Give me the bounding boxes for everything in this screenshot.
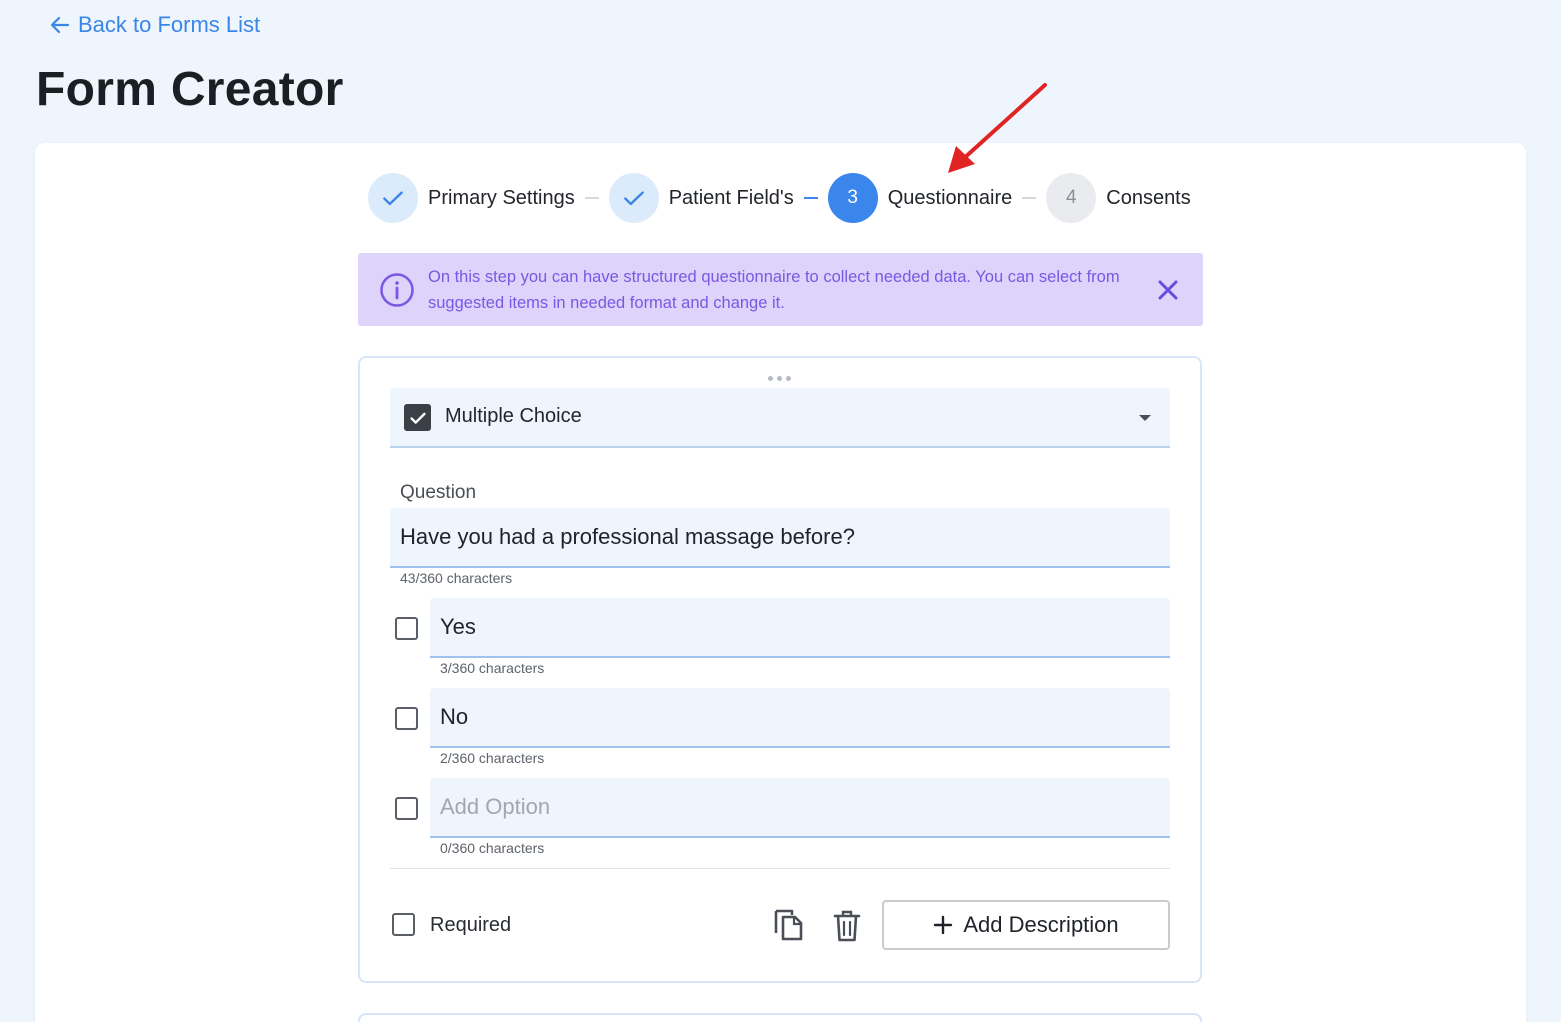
step-label: Primary Settings xyxy=(428,186,575,209)
check-icon xyxy=(409,412,426,424)
option-char-counter: 0/360 characters xyxy=(440,840,545,856)
step-number-circle: 4 xyxy=(1046,173,1097,223)
plus-icon xyxy=(934,915,953,935)
close-icon[interactable] xyxy=(1155,277,1181,303)
trash-icon[interactable] xyxy=(830,908,864,944)
step-patient-fields[interactable]: Patient Field's xyxy=(608,173,794,223)
add-option-input[interactable]: Add Option xyxy=(430,778,1170,838)
page-title: Form Creator xyxy=(36,63,344,116)
check-icon xyxy=(623,191,644,206)
step-done-circle xyxy=(608,173,659,223)
question-char-counter: 43/360 characters xyxy=(400,570,513,586)
back-link-label[interactable]: Back to Forms List xyxy=(78,12,260,38)
copy-icon[interactable] xyxy=(772,907,806,943)
checkbox-checked-icon xyxy=(404,404,431,431)
step-label: Questionnaire xyxy=(887,186,1013,209)
step-primary-settings[interactable]: Primary Settings xyxy=(368,173,575,223)
required-label: Required xyxy=(430,914,512,936)
caret-down-icon xyxy=(1139,415,1151,421)
drag-dot xyxy=(777,376,782,381)
question-label: Question xyxy=(400,482,477,503)
add-description-button[interactable]: Add Description xyxy=(882,900,1170,950)
add-description-label: Add Description xyxy=(963,912,1119,937)
info-banner-text: On this step you can have structured que… xyxy=(428,268,1120,312)
option-checkbox[interactable] xyxy=(395,707,418,730)
drag-dot xyxy=(786,376,791,381)
option-checkbox[interactable] xyxy=(395,617,418,640)
divider xyxy=(390,868,1170,869)
page: Back to Forms List Form Creator Primary … xyxy=(0,0,1561,1022)
step-label: Consents xyxy=(1106,186,1191,209)
arrow-left-icon xyxy=(50,16,70,34)
step-separator xyxy=(803,197,818,199)
step-done-circle xyxy=(368,173,418,223)
check-icon xyxy=(383,191,403,206)
option-char-counter: 2/360 characters xyxy=(440,750,545,766)
step-number-circle: 3 xyxy=(827,173,878,223)
step-separator xyxy=(584,197,599,199)
required-checkbox[interactable] xyxy=(392,913,415,936)
back-to-forms-link[interactable]: Back to Forms List xyxy=(48,12,260,38)
next-question-card xyxy=(358,1013,1202,1022)
step-label: Patient Field's xyxy=(668,186,794,209)
drag-handle[interactable] xyxy=(768,376,791,381)
option-char-counter: 3/360 characters xyxy=(440,660,545,676)
step-consents[interactable]: 4 Consents xyxy=(1046,173,1191,223)
info-banner: On this step you can have structured que… xyxy=(358,253,1203,326)
option-input[interactable]: No xyxy=(430,688,1170,748)
step-separator xyxy=(1022,197,1037,199)
step-questionnaire[interactable]: 3 Questionnaire xyxy=(827,173,1013,223)
option-checkbox[interactable] xyxy=(395,797,418,820)
question-type-label: Multiple Choice xyxy=(445,405,582,427)
info-circle-icon xyxy=(380,273,414,307)
drag-dot xyxy=(768,376,773,381)
question-type-select[interactable]: Multiple Choice xyxy=(390,388,1170,448)
question-input[interactable]: Have you had a professional massage befo… xyxy=(390,508,1170,568)
stepper: Primary Settings Patient Field's 3 Quest… xyxy=(368,173,1191,223)
option-input[interactable]: Yes xyxy=(430,598,1170,658)
question-card: Multiple Choice Question Have you had a … xyxy=(358,356,1202,983)
